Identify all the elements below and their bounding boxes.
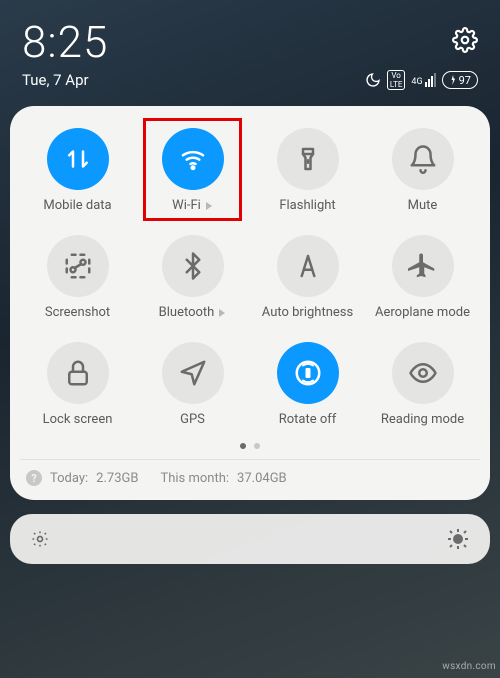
dnd-moon-icon: [365, 72, 381, 88]
aeroplane-mode-icon[interactable]: [392, 235, 454, 297]
brightness-low-icon: [30, 529, 50, 549]
battery-indicator: 97: [442, 71, 478, 89]
battery-icon: [449, 75, 457, 85]
tile-label-mobile-data: Mobile data: [43, 198, 111, 213]
tile-label-lock-screen: Lock screen: [43, 412, 113, 427]
gps-icon[interactable]: [162, 342, 224, 404]
tile-rotate-off[interactable]: Rotate off: [250, 342, 365, 427]
usage-month-label: This month:: [160, 471, 229, 486]
lock-screen-icon[interactable]: [47, 342, 109, 404]
usage-today-label: Today:: [50, 471, 88, 486]
tile-label-reading-mode: Reading mode: [381, 412, 464, 427]
expand-icon[interactable]: [219, 309, 225, 317]
tile-label-auto-brightness: Auto brightness: [262, 305, 353, 320]
mobile-data-icon[interactable]: [47, 128, 109, 190]
tile-bluetooth[interactable]: Bluetooth: [135, 235, 250, 320]
tile-label-rotate-off: Rotate off: [279, 412, 337, 427]
flashlight-icon[interactable]: [277, 128, 339, 190]
tile-label-mute: Mute: [408, 198, 438, 213]
auto-brightness-icon[interactable]: [277, 235, 339, 297]
tile-label-wifi: Wi-Fi: [172, 198, 213, 213]
tile-screenshot[interactable]: Screenshot: [20, 235, 135, 320]
tile-reading-mode[interactable]: Reading mode: [365, 342, 480, 427]
info-icon: ?: [26, 470, 42, 486]
tile-flashlight[interactable]: Flashlight: [250, 128, 365, 213]
watermark: wsxdn.com: [442, 661, 496, 672]
tile-aeroplane-mode[interactable]: Aeroplane mode: [365, 235, 480, 320]
expand-icon[interactable]: [206, 202, 212, 210]
page-dot-1[interactable]: [240, 443, 246, 449]
clock: 8:25: [22, 16, 108, 68]
bluetooth-icon[interactable]: [162, 235, 224, 297]
wifi-icon[interactable]: [162, 128, 224, 190]
tile-lock-screen[interactable]: Lock screen: [20, 342, 135, 427]
status-bar: 8:25 Tue, 7 Apr VoLTE 4G 97: [0, 0, 500, 96]
reading-mode-icon[interactable]: [392, 342, 454, 404]
usage-month-value: 37.04GB: [237, 471, 287, 486]
signal-4g: 4G: [411, 73, 435, 87]
brightness-high-icon: [446, 527, 470, 551]
tile-label-bluetooth: Bluetooth: [159, 305, 227, 320]
volte-badge: VoLTE: [387, 70, 406, 90]
rotate-off-icon[interactable]: [277, 342, 339, 404]
tile-mute[interactable]: Mute: [365, 128, 480, 213]
brightness-slider[interactable]: [10, 514, 490, 564]
tile-gps[interactable]: GPS: [135, 342, 250, 427]
status-icons: VoLTE 4G 97: [365, 70, 478, 90]
tile-label-screenshot: Screenshot: [45, 305, 110, 320]
date: Tue, 7 Apr: [22, 71, 89, 89]
settings-button[interactable]: [452, 27, 478, 57]
tile-auto-brightness[interactable]: Auto brightness: [250, 235, 365, 320]
tile-mobile-data[interactable]: Mobile data: [20, 128, 135, 213]
page-indicator: [20, 443, 480, 449]
gear-icon: [452, 27, 478, 53]
tile-label-flashlight: Flashlight: [279, 198, 335, 213]
tiles-grid: Mobile data Wi-Fi Flashlight Mute Screenshot…: [20, 128, 480, 427]
tile-label-aeroplane-mode: Aeroplane mode: [375, 305, 470, 320]
usage-today-value: 2.73GB: [96, 471, 138, 486]
data-usage-bar[interactable]: ? Today: 2.73GB This month: 37.04GB: [20, 459, 480, 490]
mute-icon[interactable]: [392, 128, 454, 190]
tile-label-gps: GPS: [180, 412, 205, 427]
tile-wifi[interactable]: Wi-Fi: [135, 128, 250, 213]
page-dot-2[interactable]: [254, 443, 260, 449]
screenshot-icon[interactable]: [47, 235, 109, 297]
quick-settings-panel: Mobile data Wi-Fi Flashlight Mute Screenshot…: [10, 106, 490, 500]
